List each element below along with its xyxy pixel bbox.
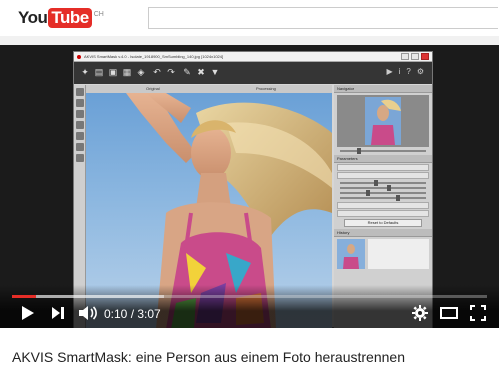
tab-original: Original — [146, 86, 160, 91]
app-title-bar: AKVIS SmartMask v.4.0 - Isolate_1918900_… — [74, 52, 432, 62]
parameter-slider[interactable] — [340, 195, 426, 201]
current-time: 0:10 — [104, 307, 128, 321]
tool-icon — [76, 121, 84, 129]
video-player[interactable]: AKVIS SmartMask v.4.0 - Isolate_1918900_… — [0, 45, 499, 328]
tab-result: Processing — [256, 86, 276, 91]
tool-icon — [76, 154, 84, 162]
video-title[interactable]: AKVIS SmartMask: eine Person aus einem F… — [12, 349, 405, 365]
toolbar-right-group: ▶ i ? ⚙ — [386, 67, 424, 76]
canvas-tabs: Original Processing — [86, 85, 332, 93]
header-divider — [0, 36, 499, 45]
logo-you-text: You — [18, 8, 48, 27]
parameters-panel-header: Parameters — [334, 155, 432, 163]
parameter-dropdown[interactable] — [337, 210, 429, 217]
window-buttons — [401, 53, 429, 60]
share-icon: ◈ — [137, 67, 145, 77]
volume-icon[interactable] — [78, 305, 98, 321]
eraser-icon: ✖ — [197, 67, 205, 77]
logo-tube-text: Tube — [48, 8, 92, 28]
duration: 3:07 — [137, 307, 161, 321]
progress-played — [12, 295, 36, 298]
time-separator: / — [127, 307, 138, 321]
minimize-icon — [401, 53, 409, 60]
gear-icon[interactable] — [412, 305, 428, 321]
maximize-icon — [411, 53, 419, 60]
print-icon: ▦ — [122, 67, 132, 77]
help-icon: ? — [406, 67, 411, 76]
slider-handle[interactable] — [395, 195, 400, 201]
tool-icon — [76, 143, 84, 151]
parameter-dropdown[interactable] — [337, 202, 429, 209]
parameter-dropdown[interactable] — [337, 164, 429, 171]
logo-region-code: CH — [93, 10, 104, 18]
slider-handle[interactable] — [365, 190, 370, 196]
history-thumbnail — [337, 239, 365, 269]
time-display: 0:10 / 3:07 — [104, 307, 161, 321]
fill-icon: ▼ — [210, 67, 220, 77]
info-icon: i — [398, 67, 401, 76]
tool-icon — [76, 110, 84, 118]
undo-icon: ↶ — [153, 67, 161, 77]
save-icon: ▣ — [108, 67, 118, 77]
open-icon: ▤ — [94, 67, 104, 77]
play-icon[interactable] — [20, 305, 36, 321]
history-entry[interactable] — [337, 239, 429, 269]
app-title-text: AKVIS SmartMask v.4.0 - Isolate_1918900_… — [84, 54, 224, 59]
zoom-slider[interactable] — [340, 148, 426, 154]
close-icon — [421, 53, 429, 60]
parameter-slider[interactable] — [340, 190, 426, 196]
tool-icon — [76, 88, 84, 96]
brush-icon: ✎ — [183, 67, 191, 77]
redo-icon: ↷ — [167, 67, 175, 77]
history-thumb-image — [337, 239, 365, 269]
progress-bar[interactable] — [12, 295, 487, 298]
history-panel-header: History — [334, 229, 432, 237]
app-toolbar: ✦ ▤ ▣ ▦ ◈ ↶ ↷ ✎ ✖ ▼ ▶ i ? ⚙ — [74, 62, 432, 84]
slider-handle[interactable] — [374, 180, 379, 186]
theater-mode-icon[interactable] — [440, 306, 458, 320]
navigator-panel-header: Navigator — [334, 85, 432, 93]
history-entry-details — [368, 239, 429, 269]
navigator-preview — [337, 95, 429, 147]
app-logo-icon — [77, 55, 81, 59]
slider-handle[interactable] — [387, 185, 392, 191]
reset-defaults-button[interactable]: Reset to Defaults — [344, 219, 422, 227]
navigator-thumbnail — [337, 95, 429, 147]
search-input[interactable] — [148, 7, 498, 29]
zoom-slider-handle[interactable] — [357, 148, 362, 154]
youtube-header: You Tube CH — [0, 0, 499, 36]
fullscreen-icon[interactable] — [470, 305, 486, 321]
tool-icon — [76, 132, 84, 140]
tool-icon — [76, 99, 84, 107]
parameter-slider[interactable] — [340, 180, 426, 186]
youtube-logo[interactable]: You Tube CH — [18, 8, 104, 28]
play-run-icon: ▶ — [386, 67, 393, 76]
next-icon[interactable] — [50, 305, 66, 321]
parameter-dropdown[interactable] — [337, 172, 429, 179]
select-tool-icon: ✦ — [81, 67, 89, 77]
parameter-slider[interactable] — [340, 185, 426, 191]
settings-icon: ⚙ — [416, 67, 424, 76]
